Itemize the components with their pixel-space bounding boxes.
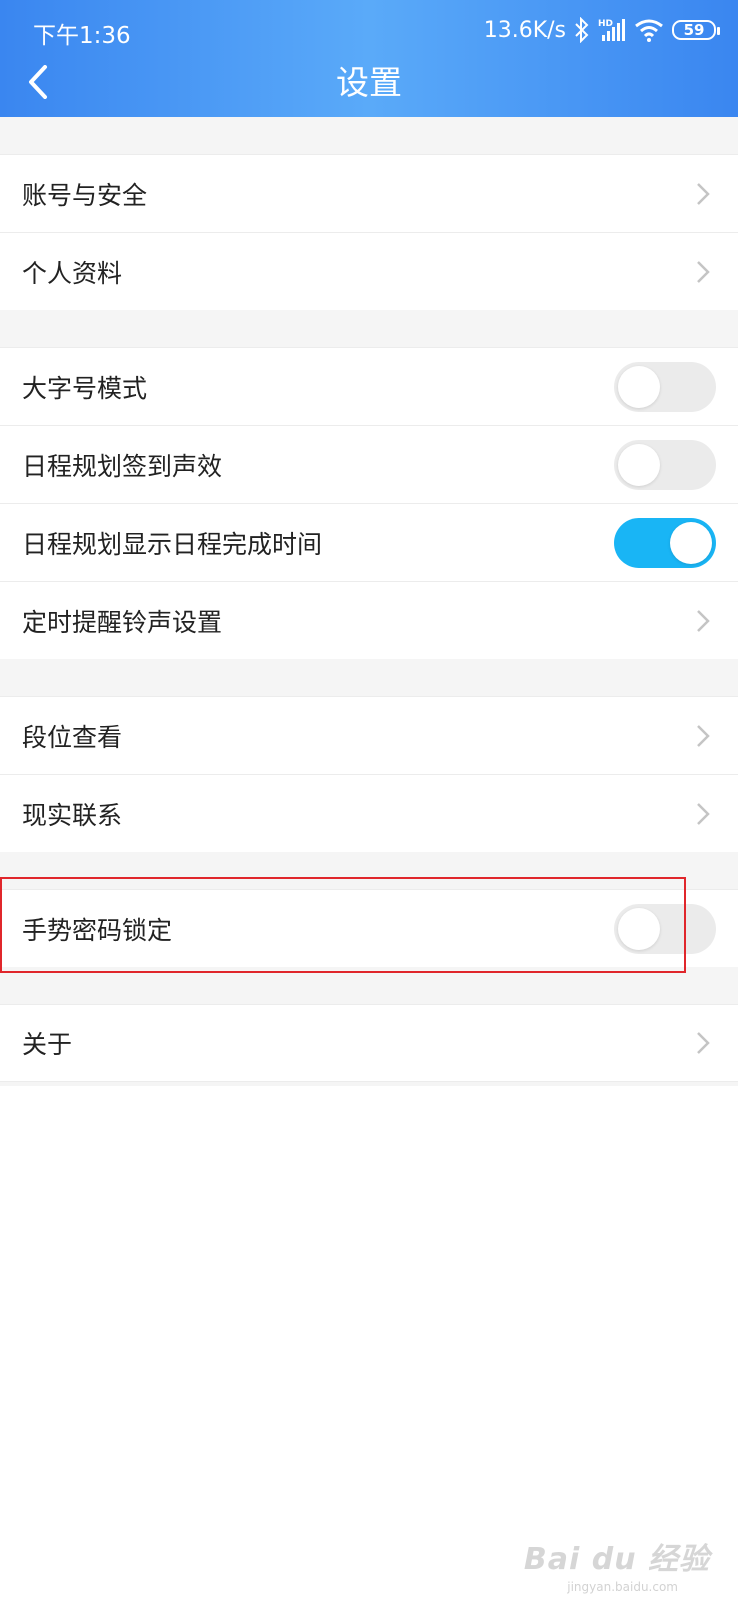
settings-item-label: 日程规划显示日程完成时间 bbox=[22, 529, 323, 559]
battery-level: 59 bbox=[683, 21, 705, 39]
toggle-knob bbox=[618, 443, 660, 486]
group-gap bbox=[0, 967, 738, 1004]
gesture-lock-toggle[interactable] bbox=[614, 903, 716, 954]
status-bar: 下午1:36 13.6K/s HD 59 bbox=[0, 0, 738, 62]
group-gap bbox=[0, 310, 738, 347]
wifi-icon bbox=[635, 19, 663, 42]
chevron-right-icon bbox=[697, 609, 710, 632]
back-button[interactable] bbox=[14, 58, 62, 106]
settings-item-contact[interactable]: 现实联系 bbox=[0, 774, 738, 852]
settings-item-account-security[interactable]: 账号与安全 bbox=[0, 154, 738, 232]
settings-item-about[interactable]: 关于 bbox=[0, 1004, 738, 1082]
settings-item-profile[interactable]: 个人资料 bbox=[0, 232, 738, 310]
settings-item-show-completion-time: 日程规划显示日程完成时间 bbox=[0, 503, 738, 581]
chevron-right-icon bbox=[697, 724, 710, 747]
toggle-knob bbox=[618, 907, 660, 950]
settings-item-checkin-sound: 日程规划签到声效 bbox=[0, 425, 738, 503]
empty-area: Bai du 经验 jingyan.baidu.com bbox=[0, 1086, 738, 1600]
battery-icon: 59 bbox=[672, 20, 720, 40]
settings-item-label: 大字号模式 bbox=[22, 373, 148, 403]
show-completion-time-toggle[interactable] bbox=[614, 517, 716, 568]
settings-item-label: 个人资料 bbox=[22, 258, 123, 288]
status-icons: 13.6K/s HD 59 bbox=[483, 14, 720, 46]
checkin-sound-toggle[interactable] bbox=[614, 439, 716, 490]
chevron-right-icon bbox=[697, 802, 710, 825]
toggle-knob bbox=[618, 365, 660, 408]
app-header: 下午1:36 13.6K/s HD 59 设置 bbox=[0, 0, 738, 117]
status-time: 下午1:36 bbox=[33, 23, 131, 49]
settings-item-label: 手势密码锁定 bbox=[22, 915, 173, 945]
settings-item-label: 定时提醒铃声设置 bbox=[22, 607, 223, 637]
group-gap bbox=[0, 117, 738, 154]
settings-item-label: 段位查看 bbox=[22, 722, 123, 752]
settings-item-label: 日程规划签到声效 bbox=[22, 451, 223, 481]
back-arrow-icon bbox=[29, 65, 47, 99]
svg-text:HD: HD bbox=[598, 19, 613, 29]
toggle-knob bbox=[670, 521, 712, 564]
network-speed: 13.6K/s bbox=[483, 17, 566, 43]
settings-item-label: 账号与安全 bbox=[22, 180, 148, 210]
settings-item-large-font-mode: 大字号模式 bbox=[0, 347, 738, 425]
settings-item-gesture-lock: 手势密码锁定 bbox=[0, 889, 738, 967]
settings-item-rank-view[interactable]: 段位查看 bbox=[0, 696, 738, 774]
page-title: 设置 bbox=[336, 63, 402, 102]
settings-item-reminder-ringtone[interactable]: 定时提醒铃声设置 bbox=[0, 581, 738, 659]
watermark-logo: Bai du 经验 bbox=[523, 1542, 710, 1577]
settings-item-label: 现实联系 bbox=[22, 800, 123, 830]
group-gap bbox=[0, 659, 738, 696]
large-font-mode-toggle[interactable] bbox=[614, 361, 716, 412]
settings-item-label: 关于 bbox=[22, 1030, 73, 1059]
chevron-right-icon bbox=[697, 260, 710, 283]
bluetooth-icon bbox=[575, 17, 589, 43]
group-gap bbox=[0, 852, 738, 889]
chevron-right-icon bbox=[697, 1032, 710, 1054]
chevron-right-icon bbox=[697, 182, 710, 205]
settings-list: 账号与安全 个人资料 大字号模式 日程规划签到声效 日程规划显示日程完成时间 定… bbox=[0, 117, 738, 1082]
watermark-url: jingyan.baidu.com bbox=[567, 1580, 678, 1594]
signal-icon: HD bbox=[598, 19, 625, 41]
